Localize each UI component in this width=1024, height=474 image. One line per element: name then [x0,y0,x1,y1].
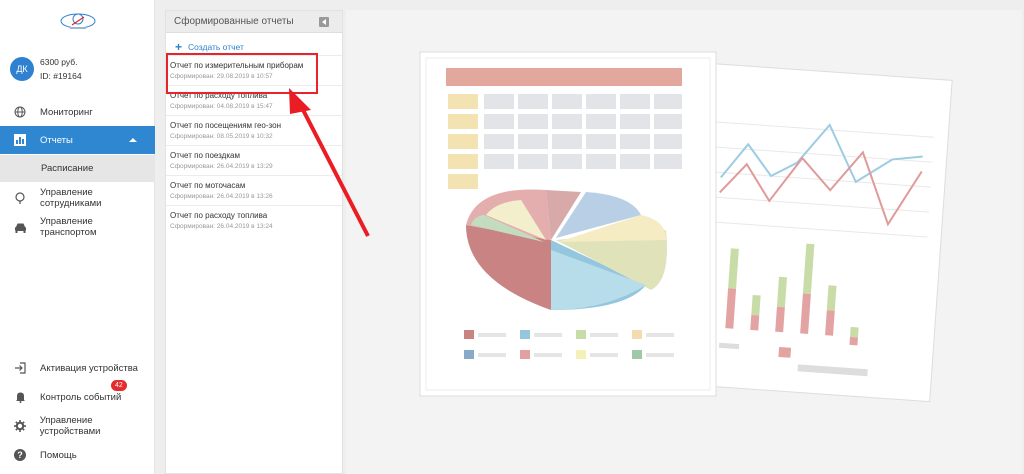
report-item[interactable]: Отчет по моточасам Сформирован: 26.04.20… [166,175,342,205]
reports-illustration [419,51,953,403]
nav-reports-label: Отчеты [40,134,73,146]
gear-icon [0,420,40,432]
nav-devices[interactable]: Управление устройствами [0,415,155,437]
globe-icon [0,106,40,118]
nav-employees-label: Управление сотрудниками [40,187,102,209]
back-report-page [677,62,953,403]
nav-schedule[interactable]: Расписание [0,155,155,182]
nav-events[interactable]: Контроль событий 42 [0,380,155,406]
nav-transport[interactable]: Управление транспортом [0,215,155,239]
annotation-highlight-box [166,53,318,94]
panel-title: Сформированные отчеты [174,16,294,27]
panel-header: Сформированные отчеты [166,11,342,33]
main-content [346,10,1022,474]
report-item[interactable]: Отчет по поездкам Сформирован: 26.04.201… [166,145,342,175]
report-date: Сформирован: 08.05.2019 в 10:32 [170,133,273,140]
help-icon: ? [0,449,40,461]
report-title: Отчет по посещениям гео-зон [170,121,281,130]
nav-help[interactable]: ? Помощь [0,446,155,464]
logo-icon [60,13,96,29]
chevron-up-icon [129,138,137,142]
svg-text:?: ? [17,450,23,460]
nav-monitoring-label: Мониторинг [40,106,93,118]
location-pin-icon [0,192,40,204]
account-balance: 6300 руб. [40,57,78,67]
report-item[interactable]: Отчет по расходу топлива Сформирован: 26… [166,205,342,235]
nav-activation[interactable]: Активация устройства [0,359,155,377]
report-date: Сформирован: 04.08.2019 в 15:47 [170,103,273,110]
report-title: Отчет по расходу топлива [170,211,268,220]
collapse-panel-icon[interactable] [319,17,329,27]
bar-chart-icon [0,134,40,146]
report-item[interactable]: Отчет по посещениям гео-зон Сформирован:… [166,115,342,145]
nav-devices-label: Управление устройствами [39,415,101,437]
nav-help-label: Помощь [40,449,77,461]
account-id: ID: #19164 [40,71,82,81]
report-title: Отчет по моточасам [170,181,246,190]
nav-monitoring[interactable]: Мониторинг [0,102,155,122]
sign-in-icon [0,362,40,374]
nav-reports[interactable]: Отчеты [0,126,155,154]
nav-activation-label: Активация устройства [40,362,138,374]
bell-icon [0,391,40,403]
create-report-label: Создать отчет [188,42,244,52]
events-count-badge: 42 [111,380,127,391]
report-date: Сформирован: 26.04.2019 в 13:26 [170,193,273,200]
create-report-button[interactable]: + Создать отчет [166,33,342,55]
nav-events-label: Контроль событий [40,391,122,403]
account-info[interactable]: ДК 6300 руб. ID: #19164 [10,55,82,83]
nav-employees[interactable]: Управление сотрудниками [0,186,155,210]
report-date: Сформирован: 26.04.2019 в 13:24 [170,223,273,230]
report-title: Отчет по поездкам [170,151,240,160]
plus-icon: + [175,40,183,54]
sidebar: ДК 6300 руб. ID: #19164 Мониторинг Отчет… [0,0,155,474]
report-date: Сформирован: 26.04.2019 в 13:29 [170,163,273,170]
nav-transport-label: Управление транспортом [40,216,97,238]
car-icon [0,222,40,233]
front-report-page [419,51,717,397]
avatar[interactable]: ДК [10,57,34,81]
